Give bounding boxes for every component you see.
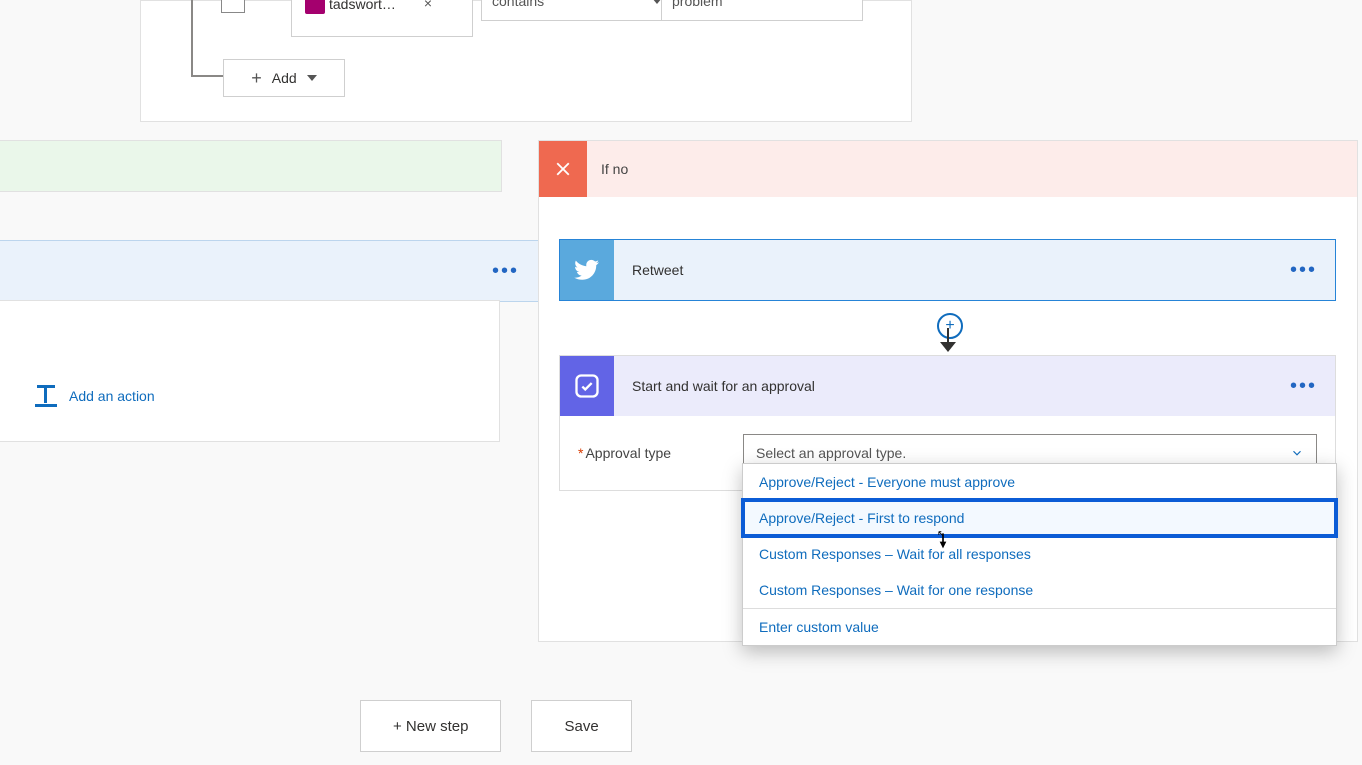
twitter-icon-box	[560, 240, 614, 300]
condition-value-input[interactable]: problem	[661, 0, 863, 21]
chip-remove-icon[interactable]: ×	[419, 0, 437, 12]
condition-row-checkbox[interactable]	[221, 0, 245, 13]
dynamic-content-chip[interactable]: tadswort… ×	[301, 0, 441, 17]
approval-type-placeholder: Select an approval type.	[756, 445, 906, 461]
condition-add-button[interactable]: + Add	[223, 59, 345, 97]
operator-value: contains	[492, 0, 544, 9]
if-yes-action-card[interactable]: •••	[0, 240, 540, 302]
add-action-button[interactable]: Add an action	[35, 385, 155, 407]
new-step-button[interactable]: + New step	[360, 700, 501, 752]
if-yes-branch: ••• Add an action	[0, 140, 500, 440]
dropdown-option-one-response[interactable]: Custom Responses – Wait for one response	[743, 572, 1336, 608]
dynamic-content-icon	[305, 0, 325, 14]
more-icon[interactable]: •••	[492, 260, 519, 283]
approval-type-label: *Approval type	[578, 445, 743, 461]
condition-card: tadswort… × contains problem + Add	[140, 0, 912, 122]
approval-type-dropdown: Approve/Reject - Everyone must approve A…	[742, 463, 1337, 646]
insert-action-icon	[35, 385, 57, 407]
chevron-down-icon	[1290, 446, 1304, 460]
if-no-header-icon-box	[539, 141, 587, 197]
more-icon[interactable]: •••	[1290, 375, 1317, 398]
approval-title: Start and wait for an approval	[632, 378, 815, 394]
dropdown-option-everyone[interactable]: Approve/Reject - Everyone must approve	[743, 464, 1336, 500]
footer-buttons: + New step Save	[360, 700, 632, 752]
condition-value-text: problem	[672, 0, 723, 9]
if-no-title: If no	[601, 161, 628, 177]
if-no-header: If no	[539, 141, 1357, 197]
approval-icon-box	[560, 356, 614, 416]
add-label: Add	[272, 70, 297, 86]
approval-icon	[573, 372, 601, 400]
plus-icon: +	[251, 68, 262, 89]
chip-label: tadswort…	[329, 0, 396, 12]
if-yes-body	[0, 300, 500, 442]
insert-step-button[interactable]: +	[937, 313, 963, 339]
if-no-branch: If no Retweet ••• + Start and wait for a…	[538, 140, 1358, 642]
close-icon	[552, 158, 574, 180]
add-action-label: Add an action	[69, 388, 155, 404]
dropdown-option-all-responses[interactable]: Custom Responses – Wait for all response…	[743, 536, 1336, 572]
dropdown-option-first[interactable]: Approve/Reject - First to respond	[743, 500, 1336, 536]
chevron-down-icon	[307, 75, 317, 81]
retweet-action-card[interactable]: Retweet •••	[559, 239, 1336, 301]
if-yes-header	[0, 140, 502, 192]
condition-operator-select[interactable]: contains	[481, 0, 673, 21]
twitter-icon	[574, 257, 600, 283]
save-button[interactable]: Save	[531, 700, 631, 752]
retweet-label: Retweet	[632, 262, 683, 278]
approval-type-label-text: Approval type	[585, 445, 671, 461]
approval-card-header[interactable]: Start and wait for an approval •••	[560, 356, 1335, 416]
dropdown-enter-custom[interactable]: Enter custom value	[743, 608, 1336, 645]
more-icon[interactable]: •••	[1290, 259, 1317, 282]
